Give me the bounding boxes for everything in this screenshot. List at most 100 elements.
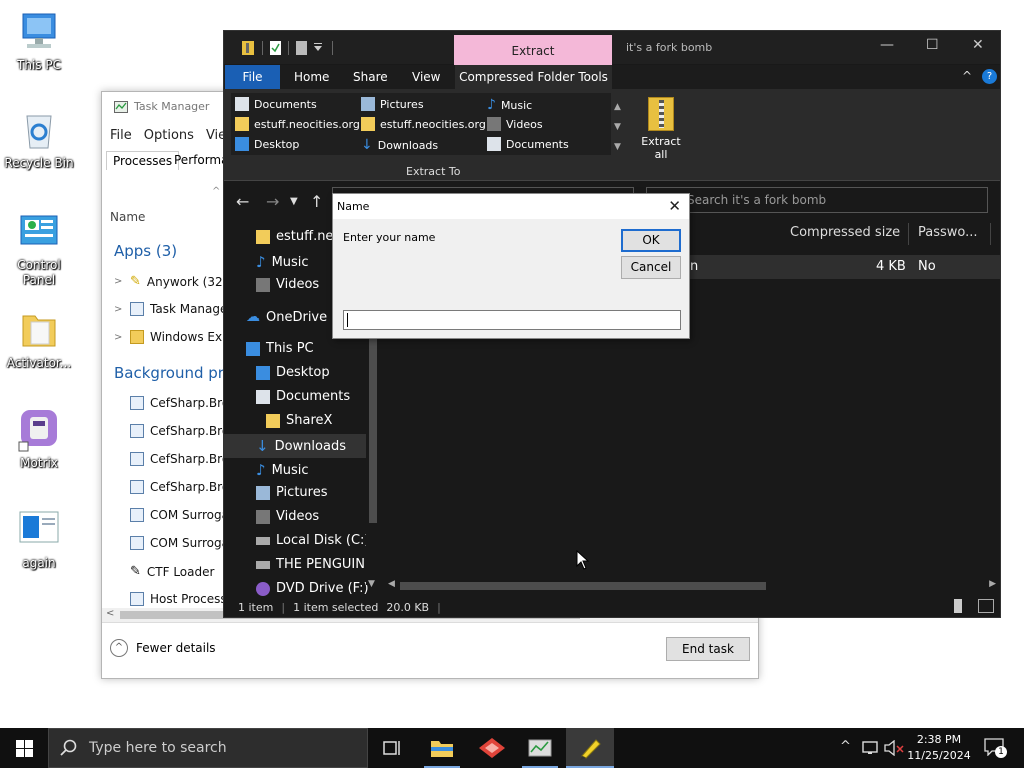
gallery-item-music[interactable]: ♪ Music [487, 97, 532, 113]
documents-icon [487, 137, 501, 151]
column-compressed-size[interactable]: Compressed size [790, 225, 900, 240]
process-icon [130, 592, 144, 606]
task-view-button[interactable] [368, 728, 416, 768]
large-icons-view-icon[interactable] [978, 599, 994, 613]
close-icon[interactable]: ✕ [668, 197, 681, 215]
desktop-icon-recycle-bin[interactable]: Recycle Bin [0, 108, 78, 171]
sort-chevron-icon: ^ [212, 186, 221, 197]
cloud-icon: ☁ [246, 309, 260, 325]
cancel-button[interactable]: Cancel [621, 256, 681, 279]
search-box[interactable]: Search it's a fork bomb [646, 187, 988, 213]
scroll-left-icon[interactable]: ◀ [388, 579, 395, 589]
gallery-item-documents[interactable]: Documents [235, 97, 317, 111]
desktop-icon-this-pc[interactable]: This PC [0, 10, 78, 73]
column-name-header[interactable]: Name [110, 210, 145, 224]
name-input[interactable] [343, 310, 681, 330]
anywork-icon [580, 739, 601, 760]
menu-options[interactable]: Options [144, 128, 194, 143]
up-arrow-icon[interactable]: ↑ [310, 192, 323, 211]
windows-logo-icon [16, 740, 33, 757]
extract-context-tab[interactable]: Extract [454, 35, 612, 65]
fewer-details-button[interactable]: ^ Fewer details [110, 639, 216, 657]
notification-center-button[interactable]: 1 [984, 738, 1007, 758]
extract-all-button[interactable]: Extract all [638, 97, 684, 161]
nav-item-pictures[interactable]: Pictures [256, 485, 327, 500]
nav-item-onedrive[interactable]: ☁ OneDrive [246, 309, 327, 325]
process-icon [130, 452, 144, 466]
recent-locations-icon[interactable]: ▼ [290, 196, 298, 207]
desktop-icon-again[interactable]: again [0, 508, 78, 571]
details-view-icon[interactable] [954, 599, 962, 613]
tab-share[interactable]: Share [353, 70, 388, 84]
menu-file[interactable]: File [110, 128, 132, 143]
nav-item-this-pc[interactable]: This PC [246, 341, 314, 356]
taskbar-anywork[interactable] [566, 728, 614, 768]
ok-button[interactable]: OK [621, 229, 681, 252]
documents-icon [256, 389, 270, 404]
gallery-scroll-icon[interactable]: ▲ ▼ ▼ [614, 97, 621, 157]
process-row[interactable]: Host Process [130, 592, 227, 606]
volume-muted-icon[interactable] [884, 740, 904, 756]
gallery-item-documents-2[interactable]: Documents [487, 137, 569, 151]
nav-item-documents[interactable]: Documents [256, 389, 350, 404]
end-task-button[interactable]: End task [666, 637, 750, 661]
start-button[interactable] [0, 728, 48, 768]
gallery-item-desktop[interactable]: Desktop [235, 137, 299, 151]
nav-item-music-2[interactable]: ♪ Music [256, 461, 309, 479]
desktop-icon-label: This PC [17, 58, 61, 72]
nav-item-videos[interactable]: Videos [256, 277, 319, 292]
back-arrow-icon[interactable]: ← [236, 192, 249, 211]
tab-home[interactable]: Home [294, 70, 329, 84]
content-horizontal-scrollbar[interactable]: ◀ ▶ [384, 579, 1000, 593]
gallery-item-videos[interactable]: Videos [487, 117, 543, 131]
taskbar-task-manager[interactable] [516, 728, 564, 768]
motrix-icon [17, 408, 61, 452]
scroll-left-icon[interactable]: < [106, 608, 114, 619]
nav-item-videos-2[interactable]: Videos [256, 509, 319, 524]
dialog-title: Name [333, 194, 689, 219]
nav-item-local-disk[interactable]: Local Disk (C:) [256, 533, 369, 548]
desktop-icon-control-panel[interactable]: Control Panel [0, 210, 78, 288]
gallery-item-downloads[interactable]: ↓ Downloads [361, 137, 438, 153]
maximize-icon[interactable]: ☐ [926, 37, 939, 53]
desktop-icon-activator[interactable]: Activator... [0, 308, 78, 371]
forward-arrow-icon[interactable]: → [266, 192, 279, 211]
tab-file[interactable]: File [225, 65, 280, 89]
tab-compressed-folder-tools[interactable]: Compressed Folder Tools [455, 65, 612, 89]
desktop-icon-motrix[interactable]: Motrix [0, 408, 78, 471]
tab-view[interactable]: View [412, 70, 440, 84]
nav-item-music[interactable]: ♪ Music [256, 253, 309, 271]
gallery-item-estuff[interactable]: estuff.neocities.org [235, 117, 360, 131]
show-hidden-icons[interactable]: ^ [840, 739, 851, 754]
system-clock[interactable]: 2:38 PM 11/25/2024 [902, 732, 976, 764]
process-row[interactable]: > Task Manager [114, 302, 232, 316]
help-icon[interactable]: ? [982, 69, 997, 84]
taskbar-anydesk[interactable] [468, 728, 516, 768]
nav-item-dvd-drive[interactable]: DVD Drive (F:) [256, 581, 369, 596]
folder-icon [130, 330, 144, 344]
scroll-down-icon[interactable]: ▼ [368, 579, 375, 589]
nav-item-downloads[interactable]: ↓ Downloads [224, 434, 366, 458]
nav-item-sharex[interactable]: ShareX [266, 413, 332, 428]
gallery-item-estuff-2[interactable]: estuff.neocities.org [361, 117, 486, 131]
minimize-icon[interactable]: — [880, 37, 894, 53]
zip-folder-icon [648, 97, 674, 131]
quick-access-toolbar-icon[interactable] [240, 40, 340, 56]
collapse-ribbon-icon[interactable]: ^ [962, 69, 972, 83]
clock-date: 11/25/2024 [907, 749, 971, 762]
network-icon[interactable] [862, 740, 880, 756]
taskbar-file-explorer[interactable] [418, 728, 466, 768]
folder-icon [256, 229, 270, 244]
process-row[interactable]: ✎ CTF Loader [130, 564, 214, 579]
process-icon [130, 480, 144, 494]
desktop-icon-label: Control Panel [17, 258, 61, 287]
nav-item-desktop[interactable]: Desktop [256, 365, 330, 380]
gallery-item-pictures[interactable]: Pictures [361, 97, 424, 111]
nav-item-the-penguin[interactable]: THE PENGUIN [256, 557, 365, 572]
scrollbar-thumb[interactable] [400, 582, 766, 590]
taskbar-search-box[interactable]: Type here to search [48, 728, 368, 768]
scroll-right-icon[interactable]: ▶ [989, 579, 996, 589]
close-icon[interactable]: ✕ [972, 37, 984, 53]
column-password[interactable]: Passwo... [918, 225, 978, 240]
download-arrow-icon: ↓ [256, 437, 269, 455]
